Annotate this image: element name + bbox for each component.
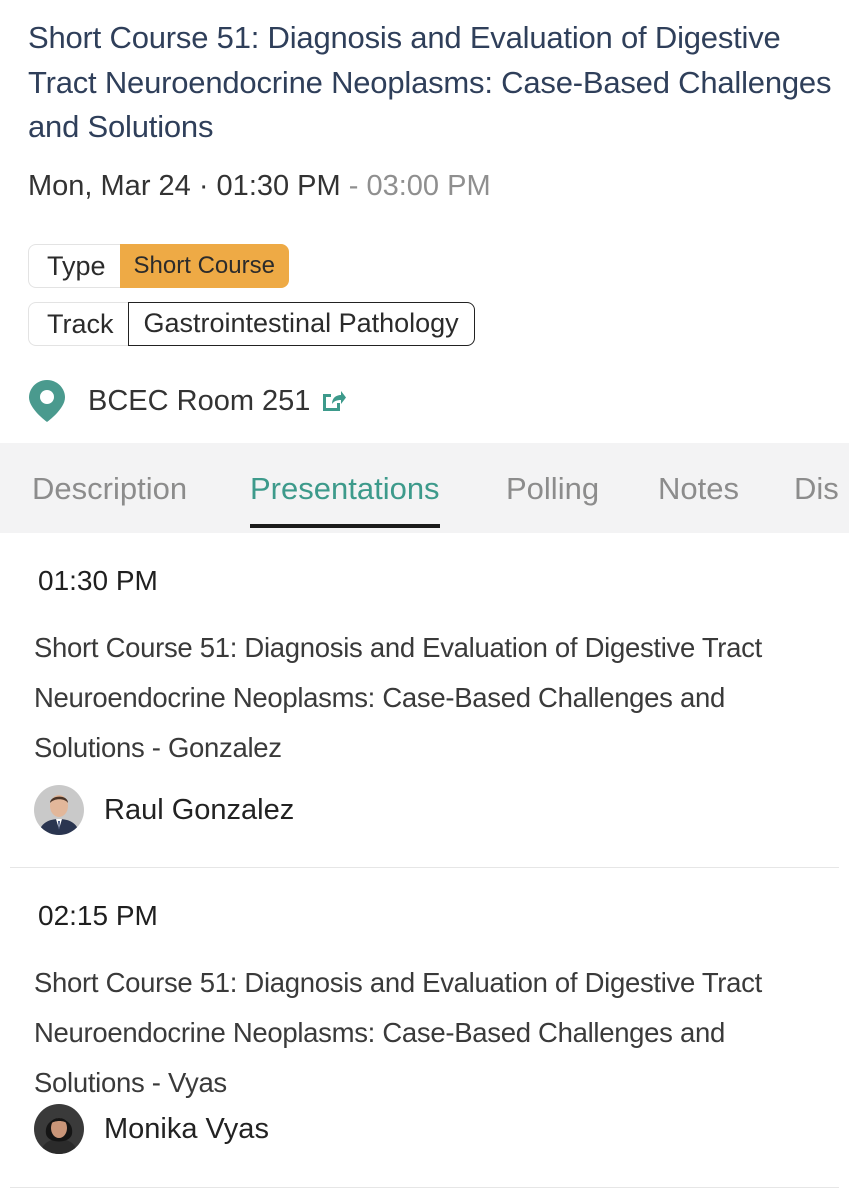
session-time-sep: - (340, 170, 367, 202)
type-tag: Type Short Course (28, 244, 289, 288)
presentation-title[interactable]: Short Course 51: Diagnosis and Evaluatio… (34, 623, 824, 773)
presentation-item[interactable]: 01:30 PM Short Course 51: Diagnosis and … (10, 533, 839, 868)
presentation-title[interactable]: Short Course 51: Diagnosis and Evaluatio… (34, 958, 824, 1108)
avatar (34, 785, 84, 835)
tab-presentations[interactable]: Presentations (250, 443, 440, 533)
session-time-end: 03:00 PM (366, 170, 491, 202)
tab-description[interactable]: Description (32, 443, 187, 533)
tab-polling[interactable]: Polling (506, 443, 599, 533)
external-link-icon[interactable] (320, 389, 347, 413)
track-label: Track (28, 302, 128, 346)
presentation-time: 01:30 PM (38, 565, 158, 596)
speaker[interactable]: Raul Gonzalez (34, 785, 294, 835)
type-label: Type (28, 244, 120, 288)
session-title: Short Course 51: Diagnosis and Evaluatio… (28, 20, 832, 144)
session-time: Mon, Mar 24 · 01:30 PM - 03:00 PM (28, 166, 491, 206)
speaker-name: Raul Gonzalez (104, 793, 295, 826)
presentation-item[interactable]: 02:15 PM Short Course 51: Diagnosis and … (10, 868, 839, 1188)
map-pin-icon (28, 379, 66, 423)
location-name: BCEC Room 251 (88, 384, 311, 417)
speaker-name: Monika Vyas (104, 1112, 269, 1145)
avatar (34, 1104, 84, 1154)
track-value-badge[interactable]: Gastrointestinal Pathology (127, 302, 475, 346)
location-link[interactable]: BCEC Room 251 (28, 376, 347, 426)
tab-discussion[interactable]: Dis (794, 443, 839, 533)
speaker[interactable]: Monika Vyas (34, 1104, 269, 1154)
tab-bar: Description Presentations Polling Notes … (0, 443, 849, 533)
session-time-start: Mon, Mar 24 · 01:30 PM (28, 170, 341, 202)
type-value-badge[interactable]: Short Course (119, 244, 289, 288)
presentation-time: 02:15 PM (38, 900, 158, 931)
tab-notes[interactable]: Notes (658, 443, 739, 533)
track-tag: Track Gastrointestinal Pathology (28, 302, 475, 346)
